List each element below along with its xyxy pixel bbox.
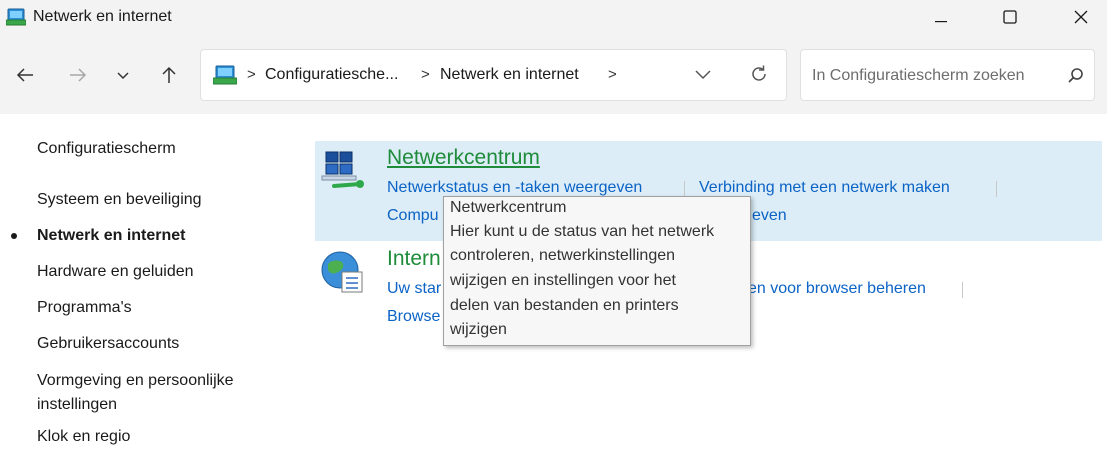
link-network-computers[interactable]: Compu — [387, 207, 439, 225]
refresh-icon[interactable] — [749, 64, 769, 89]
link-browser-history[interactable]: Browse — [387, 308, 440, 326]
arrow-left-icon — [15, 67, 35, 88]
sidebar-item-network-internet[interactable]: Netwerk en internet — [37, 224, 185, 248]
breadcrumb-separator: > — [608, 66, 617, 83]
chevron-down-icon[interactable] — [694, 68, 712, 86]
link-network-computers-tail[interactable]: even — [752, 207, 787, 225]
arrow-up-icon — [161, 65, 177, 90]
tooltip-title: Netwerkcentrum — [450, 199, 567, 216]
sidebar-home-link[interactable]: Configuratiescherm — [37, 137, 176, 161]
control-panel-icon — [5, 8, 27, 26]
control-panel-icon — [212, 65, 238, 85]
link-browser-addons[interactable]: en voor browser beheren — [748, 280, 926, 298]
sidebar-item-hardware-sound[interactable]: Hardware en geluiden — [37, 260, 194, 284]
sidebar-item-appearance-line2[interactable]: instellingen — [37, 393, 117, 417]
search-input[interactable]: In Configuratiescherm zoeken — [812, 67, 1025, 85]
sidebar-item-appearance[interactable]: Vormgeving en persoonlijke — [37, 369, 234, 393]
link-separator — [684, 181, 685, 197]
link-connect-network[interactable]: Verbinding met een netwerk maken — [699, 179, 950, 197]
minimize-icon — [935, 10, 947, 28]
arrow-right-icon — [68, 67, 88, 88]
breadcrumb-separator: > — [421, 66, 430, 83]
tooltip: Netwerkcentrum Hier kunt u de status van… — [443, 196, 751, 346]
window-title: Netwerk en internet — [33, 8, 172, 25]
breadcrumb-control-panel[interactable]: Configuratiesche... — [265, 66, 398, 84]
forward-button[interactable] — [61, 60, 95, 94]
link-separator — [996, 181, 997, 197]
tooltip-line: wijzigen — [450, 321, 507, 338]
search-box[interactable]: In Configuratiescherm zoeken — [800, 49, 1095, 101]
sidebar-item-system-security[interactable]: Systeem en beveiliging — [37, 188, 202, 212]
close-icon — [1074, 10, 1088, 29]
breadcrumb-network-internet[interactable]: Netwerk en internet — [440, 66, 579, 84]
category-title-network-center[interactable]: Netwerkcentrum — [387, 146, 540, 170]
close-button[interactable] — [1058, 0, 1104, 38]
breadcrumb-separator: > — [247, 66, 256, 83]
up-button[interactable] — [152, 60, 186, 94]
link-separator — [962, 282, 963, 298]
search-icon[interactable] — [1067, 67, 1085, 90]
sidebar-item-user-accounts[interactable]: Gebruikersaccounts — [37, 332, 179, 356]
maximize-button[interactable] — [987, 0, 1033, 38]
sidebar-item-clock-region[interactable]: Klok en regio — [37, 425, 130, 449]
back-button[interactable] — [8, 60, 42, 94]
recent-locations-button[interactable] — [106, 60, 140, 94]
tooltip-line: controleren, netwerkinstellingen — [450, 247, 676, 264]
maximize-icon — [1003, 9, 1017, 29]
minimize-button[interactable] — [918, 0, 964, 38]
tooltip-line: Hier kunt u de status van het netwerk — [450, 223, 715, 240]
navigation-bar: > Configuratiesche... > Netwerk en inter… — [0, 38, 1107, 114]
category-title-internet-options[interactable]: Intern — [387, 247, 441, 271]
tooltip-line: delen van bestanden en printers — [450, 297, 679, 314]
title-bar: Netwerk en internet — [0, 0, 1107, 38]
tooltip-line: wijzigen en instellingen voor het — [450, 272, 676, 289]
address-bar[interactable]: > Configuratiesche... > Netwerk en inter… — [200, 49, 787, 101]
sidebar-item-programs[interactable]: Programma's — [37, 296, 132, 320]
active-indicator — [11, 233, 17, 239]
internet-options-icon — [320, 250, 366, 301]
chevron-down-icon — [116, 68, 130, 86]
link-home-page[interactable]: Uw star — [387, 280, 441, 298]
network-center-icon — [320, 148, 366, 199]
link-network-status[interactable]: Netwerkstatus en -taken weergeven — [387, 179, 642, 197]
